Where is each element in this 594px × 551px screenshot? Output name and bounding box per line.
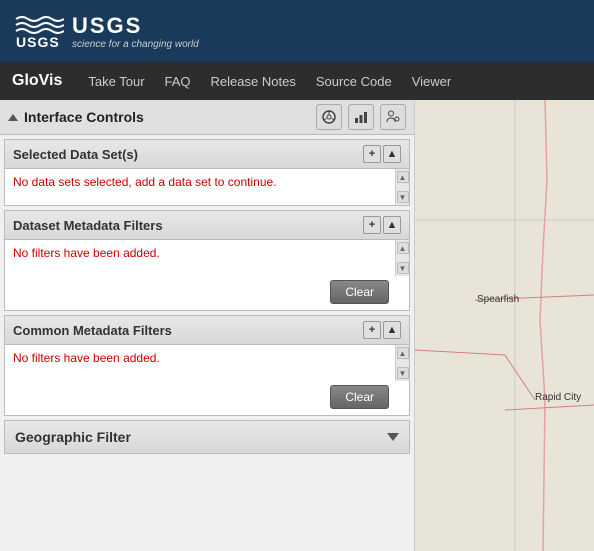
geographic-filter-title: Geographic Filter: [15, 429, 131, 445]
scroll-down-arrow[interactable]: ▼: [397, 191, 409, 203]
geographic-filter-header[interactable]: Geographic Filter: [5, 421, 409, 453]
selected-datasets-message: No data sets selected, add a data set to…: [13, 175, 277, 189]
interface-controls-header: Interface Controls: [0, 100, 414, 135]
geographic-filter-chevron: [387, 433, 399, 441]
selected-datasets-section: Selected Data Set(s) + ▲ No data sets se…: [4, 139, 410, 206]
interface-controls-title: Interface Controls: [8, 109, 144, 125]
nav-source-code[interactable]: Source Code: [306, 74, 402, 89]
dataset-metadata-title: Dataset Metadata Filters: [13, 218, 163, 233]
dataset-metadata-section: Dataset Metadata Filters + ▲ No filters …: [4, 210, 410, 311]
dataset-clear-button[interactable]: Clear: [330, 280, 389, 304]
selected-datasets-add-btn[interactable]: +: [363, 145, 381, 163]
nav-take-tour[interactable]: Take Tour: [78, 74, 154, 89]
dataset-clear-row: Clear: [5, 276, 409, 310]
common-metadata-controls: + ▲: [363, 321, 401, 339]
dataset-scroll-down[interactable]: ▼: [397, 262, 409, 274]
usgs-text: USGS science for a changing world: [72, 13, 199, 50]
selected-datasets-controls: + ▲: [363, 145, 401, 163]
common-metadata-scrollbar: ▲ ▼: [395, 345, 409, 381]
nav-bar: GloVis Take Tour FAQ Release Notes Sourc…: [0, 62, 594, 100]
chart-icon[interactable]: [348, 104, 374, 130]
common-metadata-body: No filters have been added. ▲ ▼: [5, 345, 409, 381]
nav-release-notes[interactable]: Release Notes: [201, 74, 306, 89]
dataset-metadata-content: No filters have been added.: [5, 240, 395, 276]
common-metadata-message: No filters have been added.: [13, 351, 160, 365]
common-metadata-collapse-btn[interactable]: ▲: [383, 321, 401, 339]
nav-viewer[interactable]: Viewer: [402, 74, 462, 89]
selected-datasets-collapse-btn[interactable]: ▲: [383, 145, 401, 163]
common-clear-row: Clear: [5, 381, 409, 415]
map-svg: Spearfish Rapid City: [415, 100, 594, 551]
usgs-brand: USGS: [72, 13, 199, 39]
usgs-logo: USGS USGS science for a changing world: [12, 9, 199, 53]
usgs-header: USGS USGS science for a changing world: [0, 0, 594, 62]
interface-controls-label: Interface Controls: [24, 109, 144, 125]
svg-text:Spearfish: Spearfish: [477, 294, 519, 305]
selected-datasets-body: No data sets selected, add a data set to…: [5, 169, 409, 205]
svg-text:USGS: USGS: [16, 34, 60, 50]
selected-datasets-title: Selected Data Set(s): [13, 147, 138, 162]
nav-brand: GloVis: [12, 72, 62, 90]
common-metadata-add-btn[interactable]: +: [363, 321, 381, 339]
dataset-metadata-add-btn[interactable]: +: [363, 216, 381, 234]
person-gear-icon[interactable]: [380, 104, 406, 130]
svg-text:Rapid City: Rapid City: [535, 392, 581, 403]
dataset-metadata-header: Dataset Metadata Filters + ▲: [5, 211, 409, 240]
common-metadata-section: Common Metadata Filters + ▲ No filters h…: [4, 315, 410, 416]
dataset-metadata-message: No filters have been added.: [13, 246, 160, 260]
common-scroll-up[interactable]: ▲: [397, 347, 409, 359]
common-metadata-content: No filters have been added.: [5, 345, 395, 381]
dataset-metadata-collapse-btn[interactable]: ▲: [383, 216, 401, 234]
left-panel: Interface Controls: [0, 100, 415, 551]
common-metadata-header: Common Metadata Filters + ▲: [5, 316, 409, 345]
nav-faq[interactable]: FAQ: [155, 74, 201, 89]
geographic-filter-section: Geographic Filter: [4, 420, 410, 454]
dataset-scroll-up[interactable]: ▲: [397, 242, 409, 254]
steering-wheel-icon[interactable]: [316, 104, 342, 130]
usgs-logo-icon: USGS: [12, 9, 64, 53]
usgs-tagline: science for a changing world: [72, 39, 199, 50]
common-clear-button[interactable]: Clear: [330, 385, 389, 409]
dataset-metadata-scrollbar: ▲ ▼: [395, 240, 409, 276]
map-area: Spearfish Rapid City: [415, 100, 594, 551]
common-metadata-title: Common Metadata Filters: [13, 323, 172, 338]
main-layout: Interface Controls: [0, 100, 594, 551]
dataset-metadata-controls: + ▲: [363, 216, 401, 234]
interface-icons: [316, 104, 406, 130]
dataset-metadata-body: No filters have been added. ▲ ▼: [5, 240, 409, 276]
collapse-icon[interactable]: [8, 114, 18, 121]
selected-datasets-content: No data sets selected, add a data set to…: [5, 169, 395, 205]
common-scroll-down[interactable]: ▼: [397, 367, 409, 379]
selected-datasets-scrollbar: ▲ ▼: [395, 169, 409, 205]
scroll-up-arrow[interactable]: ▲: [397, 171, 409, 183]
selected-datasets-header: Selected Data Set(s) + ▲: [5, 140, 409, 169]
